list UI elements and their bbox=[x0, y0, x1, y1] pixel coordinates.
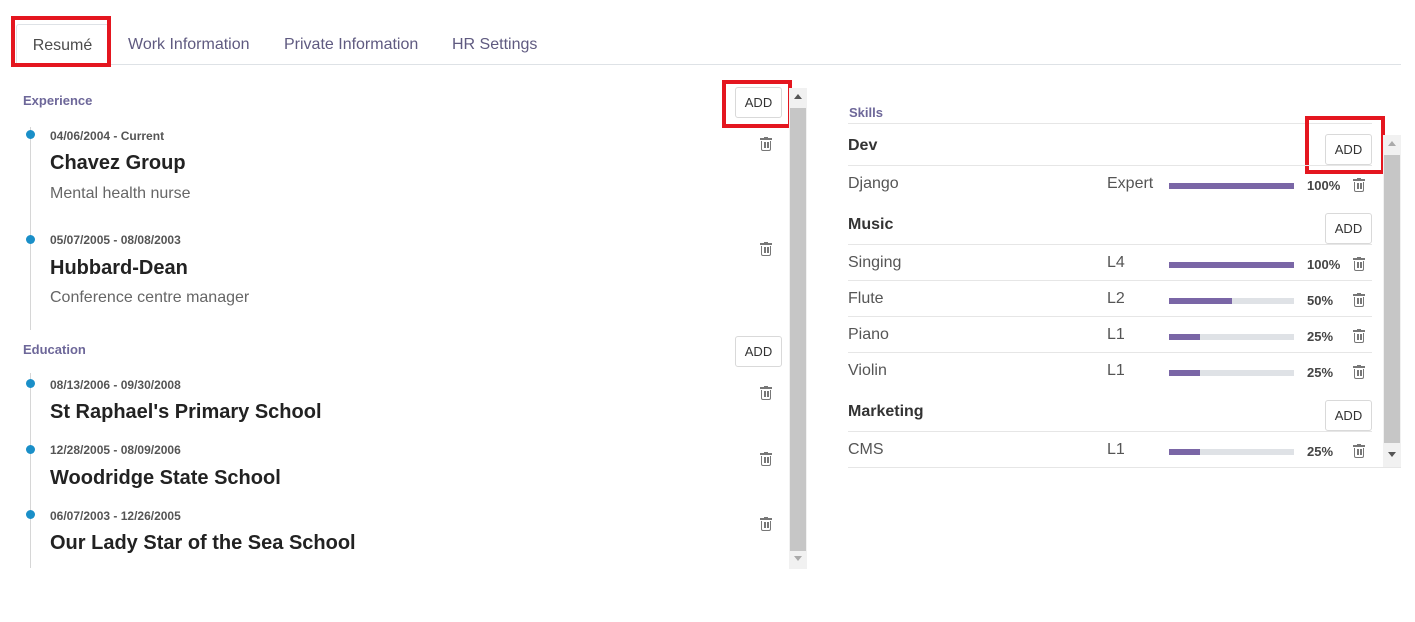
tab-work-information[interactable]: Work Information bbox=[128, 24, 250, 65]
highlight-box-resume-tab bbox=[11, 16, 111, 67]
skill-progress-bar bbox=[1169, 262, 1294, 268]
trash-icon[interactable] bbox=[1353, 293, 1365, 307]
skill-group-title: Dev bbox=[848, 137, 878, 154]
skill-name: Piano bbox=[848, 326, 889, 343]
timeline-dot bbox=[26, 130, 35, 139]
trash-icon[interactable] bbox=[1353, 444, 1365, 458]
skill-name: CMS bbox=[848, 441, 884, 458]
education-section-title: Education bbox=[23, 342, 86, 357]
timeline-dot bbox=[26, 510, 35, 519]
skill-group-divider bbox=[848, 244, 1372, 245]
education-name[interactable]: Woodridge State School bbox=[50, 467, 281, 490]
tab-hr-settings[interactable]: HR Settings bbox=[452, 24, 537, 65]
trash-icon[interactable] bbox=[1353, 329, 1365, 343]
scroll-down-arrow-icon[interactable] bbox=[794, 556, 802, 561]
skills-bottom-divider bbox=[848, 467, 1401, 468]
trash-icon[interactable] bbox=[760, 386, 772, 400]
experience-name[interactable]: Chavez Group bbox=[50, 152, 186, 175]
scroll-down-arrow-icon[interactable] bbox=[1388, 452, 1396, 457]
skill-progress-bar bbox=[1169, 334, 1294, 340]
skill-percent: 25% bbox=[1307, 365, 1334, 380]
experience-name[interactable]: Hubbard-Dean bbox=[50, 257, 188, 280]
tabs-divider bbox=[16, 64, 1401, 65]
timeline-dot bbox=[26, 235, 35, 244]
add-education-button[interactable]: ADD bbox=[735, 336, 782, 367]
education-dates: 08/13/2006 - 09/30/2008 bbox=[50, 378, 181, 392]
skill-level: L1 bbox=[1107, 441, 1125, 458]
education-timeline-line bbox=[30, 373, 31, 568]
timeline-dot bbox=[26, 379, 35, 388]
skill-progress-bar bbox=[1169, 298, 1294, 304]
skill-name: Singing bbox=[848, 254, 902, 271]
highlight-box-experience-add bbox=[722, 80, 792, 128]
skill-name: Flute bbox=[848, 290, 884, 307]
skill-progress-bar bbox=[1169, 370, 1294, 376]
education-dates: 12/28/2005 - 08/09/2006 bbox=[50, 443, 181, 457]
timeline-dot bbox=[26, 445, 35, 454]
skill-level: Expert bbox=[1107, 175, 1154, 192]
scroll-up-arrow-icon[interactable] bbox=[794, 94, 802, 99]
skill-percent: 50% bbox=[1307, 293, 1334, 308]
experience-section-title: Experience bbox=[23, 93, 93, 108]
skill-name: Violin bbox=[848, 362, 887, 379]
skill-row-divider bbox=[848, 280, 1372, 281]
skill-percent: 100% bbox=[1307, 257, 1341, 272]
education-name[interactable]: Our Lady Star of the Sea School bbox=[50, 532, 356, 555]
trash-icon[interactable] bbox=[760, 517, 772, 531]
skill-level: L1 bbox=[1107, 326, 1125, 343]
skill-name: Django bbox=[848, 175, 899, 192]
education-name[interactable]: St Raphael's Primary School bbox=[50, 401, 322, 424]
tab-private-information[interactable]: Private Information bbox=[284, 24, 418, 65]
skill-row-divider bbox=[848, 316, 1372, 317]
skill-group-divider bbox=[848, 165, 1372, 166]
skills-divider bbox=[848, 123, 1372, 124]
trash-icon[interactable] bbox=[1353, 365, 1365, 379]
skill-group-divider bbox=[848, 431, 1372, 432]
resume-scrollbar-thumb[interactable] bbox=[790, 108, 806, 551]
skills-section-title: Skills bbox=[849, 105, 883, 120]
skill-level: L4 bbox=[1107, 254, 1125, 271]
skill-group-title: Marketing bbox=[848, 403, 924, 420]
experience-description: Conference centre manager bbox=[50, 289, 250, 306]
skill-percent: 25% bbox=[1307, 444, 1334, 459]
skill-progress-bar bbox=[1169, 449, 1294, 455]
skill-row-divider bbox=[848, 352, 1372, 353]
education-dates: 06/07/2003 - 12/26/2005 bbox=[50, 509, 181, 523]
scroll-up-arrow-icon[interactable] bbox=[1388, 141, 1396, 146]
skills-scrollbar-thumb[interactable] bbox=[1384, 155, 1400, 443]
trash-icon[interactable] bbox=[1353, 178, 1365, 192]
skill-level: L1 bbox=[1107, 362, 1125, 379]
trash-icon[interactable] bbox=[760, 137, 772, 151]
experience-description: Mental health nurse bbox=[50, 185, 191, 202]
skill-level: L2 bbox=[1107, 290, 1125, 307]
experience-dates: 05/07/2005 - 08/08/2003 bbox=[50, 233, 181, 247]
add-skill-music-button[interactable]: ADD bbox=[1325, 213, 1372, 244]
experience-timeline-line bbox=[30, 127, 31, 330]
trash-icon[interactable] bbox=[760, 452, 772, 466]
add-skill-marketing-button[interactable]: ADD bbox=[1325, 400, 1372, 431]
trash-icon[interactable] bbox=[1353, 257, 1365, 271]
skill-progress-bar bbox=[1169, 183, 1294, 189]
skill-percent: 100% bbox=[1307, 178, 1341, 193]
skill-group-title: Music bbox=[848, 216, 894, 233]
trash-icon[interactable] bbox=[760, 242, 772, 256]
skill-percent: 25% bbox=[1307, 329, 1334, 344]
experience-dates: 04/06/2004 - Current bbox=[50, 129, 165, 143]
